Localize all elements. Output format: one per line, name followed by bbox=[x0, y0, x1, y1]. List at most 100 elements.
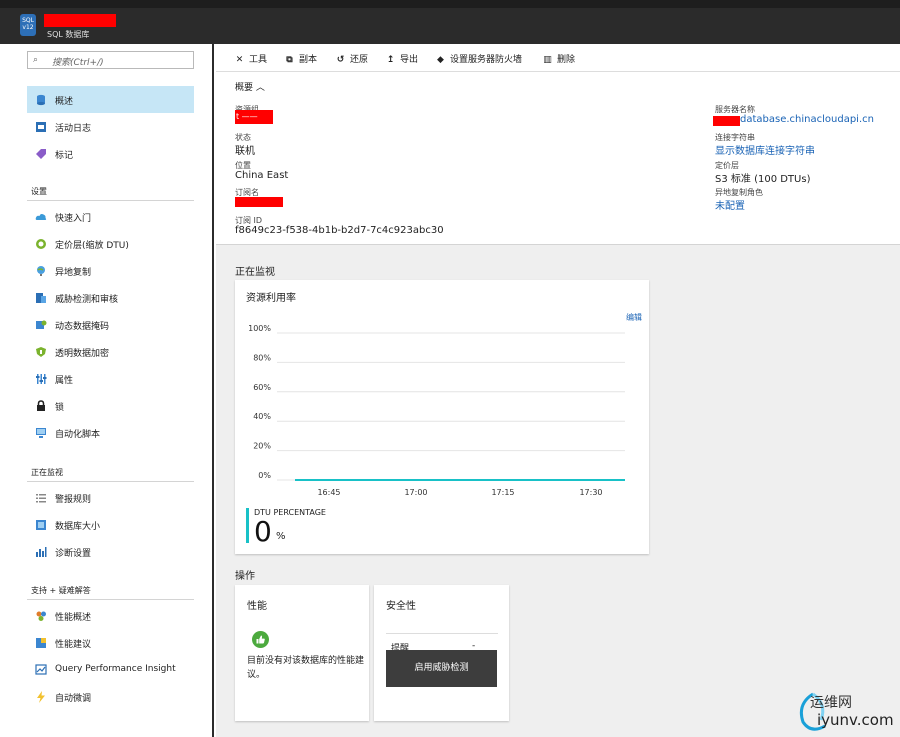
delete-button[interactable]: ▥ 删除 bbox=[542, 52, 575, 65]
tools-button[interactable]: ✕ 工具 bbox=[234, 52, 267, 65]
shield-icon: ◆ bbox=[437, 55, 444, 65]
sidebar-item-quick-start[interactable]: 快速入门 bbox=[27, 203, 194, 230]
database-icon bbox=[37, 94, 45, 106]
sidebar-item-activity-log[interactable]: 活动日志 bbox=[27, 113, 194, 140]
essentials-toggle[interactable]: 概要 ︿ bbox=[235, 80, 265, 93]
essentials-title: 概要 bbox=[235, 83, 254, 93]
chevron-up-icon: ︿ bbox=[255, 83, 265, 93]
sidebar-item-overview[interactable]: 概述 bbox=[27, 86, 194, 113]
x-tick-label: 16:45 bbox=[317, 488, 340, 497]
watermark-text: 运维网 bbox=[810, 695, 852, 711]
sidebar-search-input[interactable]: ⌕ 搜索(Ctrl+/) bbox=[27, 51, 194, 69]
sidebar-item-diagnostics[interactable]: 诊断设置 bbox=[27, 538, 194, 565]
sidebar-item-label: 异地复制 bbox=[55, 268, 92, 278]
y-tick-label: 80% bbox=[253, 353, 271, 362]
resource-utilization-card[interactable]: 资源利用率 编辑 100% 80% 60% 40% 20% 0% 16:45 17:00 17:… bbox=[235, 280, 649, 554]
restore-icon: ↺ bbox=[336, 55, 345, 65]
lock-icon bbox=[37, 400, 45, 411]
y-tick-label: 40% bbox=[253, 412, 271, 421]
security-card[interactable]: 安全性 提醒 - 启用威胁检测 bbox=[374, 585, 509, 721]
firewall-button[interactable]: ◆ 设置服务器防火墙 bbox=[435, 52, 522, 65]
geo-replication-link[interactable]: 未配置 bbox=[715, 197, 745, 212]
export-label: 导出 bbox=[400, 55, 419, 65]
pricing-tier-value[interactable]: S3 标准 (100 DTUs) bbox=[715, 170, 810, 185]
sidebar-item-label: 属性 bbox=[55, 376, 74, 386]
sidebar-item-database-size[interactable]: 数据库大小 bbox=[27, 511, 194, 538]
restore-button[interactable]: ↺ 还原 bbox=[335, 52, 368, 65]
sidebar-item-label: 活动日志 bbox=[55, 124, 92, 134]
sidebar-item-label: 性能建议 bbox=[55, 640, 92, 650]
trash-icon: ▥ bbox=[543, 55, 552, 65]
sidebar-item-tde[interactable]: 透明数据加密 bbox=[27, 338, 194, 365]
server-name-link[interactable]: database.chinacloudapi.cn bbox=[740, 114, 874, 125]
tag-icon bbox=[36, 149, 46, 159]
divider bbox=[27, 599, 194, 600]
connection-string-link[interactable]: 显示数据库连接字符串 bbox=[715, 142, 815, 157]
sidebar-item-query-performance-insight[interactable]: Query Performance Insight bbox=[27, 656, 194, 683]
sidebar-item-label: 标记 bbox=[55, 151, 74, 161]
divider bbox=[386, 633, 498, 634]
redacted-subscription-name bbox=[235, 197, 283, 207]
operations-header: 操作 bbox=[235, 571, 255, 582]
export-button[interactable]: ↥ 导出 bbox=[385, 52, 418, 65]
sidebar-item-threat-detection[interactable]: 威胁检测和审核 bbox=[27, 284, 194, 311]
enable-threat-detection-button[interactable]: 启用威胁检测 bbox=[386, 650, 497, 687]
x-tick-label: 17:00 bbox=[404, 488, 427, 497]
toolbar: ✕ 工具 ⧉ 副本 ↺ 还原 ↥ 导出 ◆ 设置服务器防火墙 ▥ 删除 bbox=[216, 44, 900, 72]
location-value: China East bbox=[235, 170, 289, 181]
shield-audit-icon bbox=[36, 293, 46, 303]
sidebar-item-geo-replication[interactable]: 异地复制 bbox=[27, 257, 194, 284]
mask-icon bbox=[36, 320, 47, 329]
security-title: 安全性 bbox=[386, 601, 416, 612]
utilization-chart: 100% 80% 60% 40% 20% 0% 16:45 17:00 17:15 17:30 bbox=[248, 324, 625, 497]
sidebar-item-label: 诊断设置 bbox=[55, 549, 92, 559]
properties-icon bbox=[36, 374, 47, 384]
sidebar-item-performance-overview[interactable]: 性能概述 bbox=[27, 602, 194, 629]
copy-button[interactable]: ⧉ 副本 bbox=[284, 52, 317, 65]
performance-overview-icon bbox=[36, 611, 46, 621]
gauge-icon bbox=[36, 239, 46, 249]
redacted-database-name bbox=[44, 14, 116, 27]
sidebar-item-label: 定价层(缩放 DTU) bbox=[55, 241, 129, 251]
divider bbox=[27, 481, 194, 482]
sidebar-item-properties[interactable]: 属性 bbox=[27, 365, 194, 392]
watermark-url: iyunv.com bbox=[817, 711, 894, 729]
tools-icon: ✕ bbox=[235, 55, 244, 65]
x-tick-label: 17:15 bbox=[491, 488, 514, 497]
diagnostics-icon bbox=[36, 547, 47, 557]
sidebar-item-alert-rules[interactable]: 警报规则 bbox=[27, 484, 194, 511]
sidebar-item-automation-script[interactable]: 自动化脚本 bbox=[27, 419, 194, 446]
delete-label: 删除 bbox=[557, 55, 576, 65]
metric-accent-bar bbox=[246, 508, 249, 543]
thumbs-up-icon bbox=[252, 631, 269, 648]
activity-log-icon bbox=[36, 122, 46, 132]
sidebar-item-auto-tuning[interactable]: 自动微调 bbox=[27, 683, 194, 710]
script-icon bbox=[36, 428, 46, 438]
watermark: 运维网 iyunv.com bbox=[795, 690, 895, 734]
status-value: 联机 bbox=[235, 146, 255, 157]
monitoring-header: 正在监视 bbox=[235, 267, 275, 278]
search-placeholder: 搜索(Ctrl+/) bbox=[52, 58, 104, 68]
sidebar-item-label: 自动微调 bbox=[55, 694, 92, 704]
sql-logo-icon: SQL v12 bbox=[20, 14, 36, 36]
export-icon: ↥ bbox=[386, 55, 395, 65]
main-content: ✕ 工具 ⧉ 副本 ↺ 还原 ↥ 导出 ◆ 设置服务器防火墙 ▥ 删除 概要 ︿ 资源组 t… bbox=[216, 44, 900, 737]
sidebar-item-label: Query Performance Insight bbox=[55, 664, 176, 674]
section-header-settings: 设置 bbox=[31, 187, 47, 196]
sidebar-item-pricing-tier[interactable]: 定价层(缩放 DTU) bbox=[27, 230, 194, 257]
performance-title: 性能 bbox=[247, 601, 267, 612]
sidebar-item-data-masking[interactable]: 动态数据掩码 bbox=[27, 311, 194, 338]
sidebar-item-lock[interactable]: 锁 bbox=[27, 392, 194, 419]
sidebar-item-performance-recommendations[interactable]: 性能建议 bbox=[27, 629, 194, 656]
globe-icon bbox=[37, 266, 45, 276]
divider bbox=[27, 200, 194, 201]
sidebar-item-label: 锁 bbox=[55, 403, 65, 413]
performance-card[interactable]: 性能 目前没有对该数据库的性能建议。 bbox=[235, 585, 369, 721]
sidebar-item-tags[interactable]: 标记 bbox=[27, 140, 194, 167]
resource-utilization-title: 资源利用率 bbox=[246, 293, 296, 304]
sidebar-item-label: 性能概述 bbox=[55, 613, 92, 623]
encryption-shield-icon bbox=[36, 347, 46, 357]
tools-label: 工具 bbox=[249, 55, 268, 65]
sidebar-item-label: 动态数据掩码 bbox=[55, 322, 110, 332]
resource-group-value[interactable]: t —— bbox=[236, 112, 258, 121]
